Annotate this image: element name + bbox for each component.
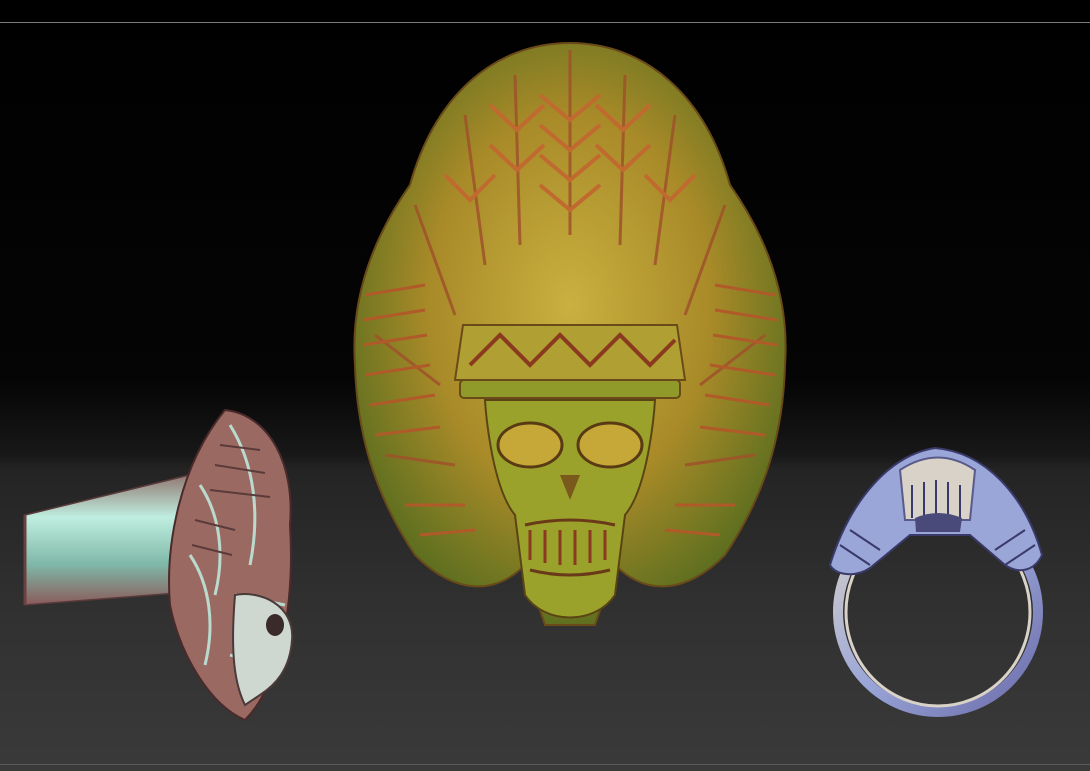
viewport-top-border xyxy=(0,22,1090,23)
skull-ring-side-view xyxy=(23,408,294,722)
3d-viewport[interactable] xyxy=(0,0,1090,771)
skull-ring-edge-view xyxy=(828,446,1044,717)
viewport-bottom-border xyxy=(0,764,1090,765)
skull-ring-front-view xyxy=(353,41,787,626)
